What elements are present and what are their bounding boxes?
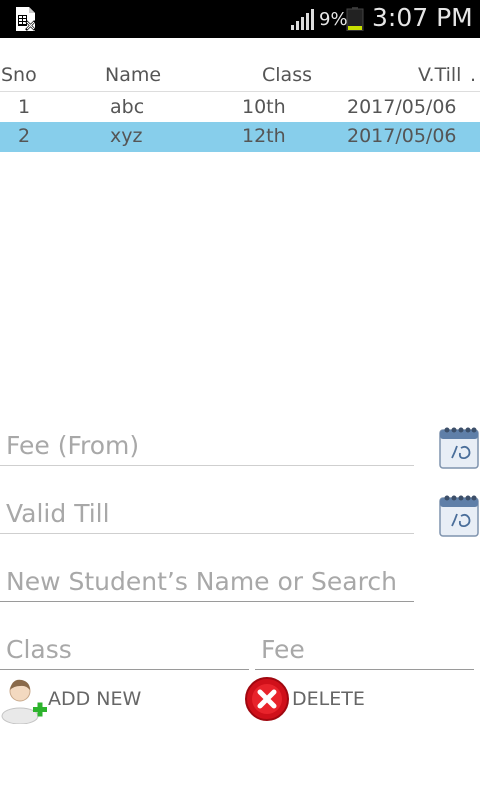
add-user-icon xyxy=(1,679,47,724)
table-row[interactable]: 1 abc 10th 2017/05/06 xyxy=(0,93,480,123)
cell-name: xyz xyxy=(110,125,143,147)
add-new-label: ADD NEW xyxy=(48,688,142,710)
cell-class: 10th xyxy=(242,96,286,118)
cell-sno: 1 xyxy=(18,96,31,118)
cell-sno: 2 xyxy=(18,125,31,147)
column-header-name[interactable]: Name xyxy=(105,64,161,86)
fee-field xyxy=(255,630,474,670)
delete-label: DELETE xyxy=(292,688,365,710)
calendar-icon[interactable] xyxy=(439,425,479,469)
student-name-search-input[interactable] xyxy=(0,562,414,601)
table-row-selected[interactable]: 2 xyz 12th 2017/05/06 xyxy=(0,122,480,152)
cell-name: abc xyxy=(110,96,145,118)
delete-button[interactable]: DELETE xyxy=(242,676,402,724)
cell-class: 12th xyxy=(242,125,286,147)
valid-till-input[interactable] xyxy=(0,494,414,533)
calendar-icon[interactable] xyxy=(439,493,479,537)
column-header-class[interactable]: Class xyxy=(262,64,312,86)
add-new-button[interactable]: ADD NEW xyxy=(0,676,170,724)
column-header-valid-till[interactable]: V.Till xyxy=(418,64,461,86)
battery-percent: 9% xyxy=(319,9,348,30)
student-name-field xyxy=(0,562,414,602)
fee-input[interactable] xyxy=(255,630,474,669)
column-header-more: . xyxy=(470,64,477,86)
signal-icon xyxy=(291,9,314,30)
status-bar: 9% 3:07 PM xyxy=(0,0,480,38)
cell-valid-till: 2017/05/06 xyxy=(347,96,457,118)
cell-valid-till: 2017/05/06 xyxy=(347,125,457,147)
delete-icon xyxy=(245,677,289,721)
fee-from-input[interactable] xyxy=(0,426,414,465)
class-field xyxy=(0,630,249,670)
table-header: Sno Name Class V.Till . xyxy=(0,62,480,92)
excel-file-icon xyxy=(16,7,36,31)
valid-till-field xyxy=(0,494,414,534)
class-input[interactable] xyxy=(0,630,249,669)
clock: 3:07 PM xyxy=(372,3,473,32)
battery-icon xyxy=(346,7,364,31)
fee-from-field xyxy=(0,426,414,466)
column-header-sno[interactable]: Sno xyxy=(1,64,37,86)
